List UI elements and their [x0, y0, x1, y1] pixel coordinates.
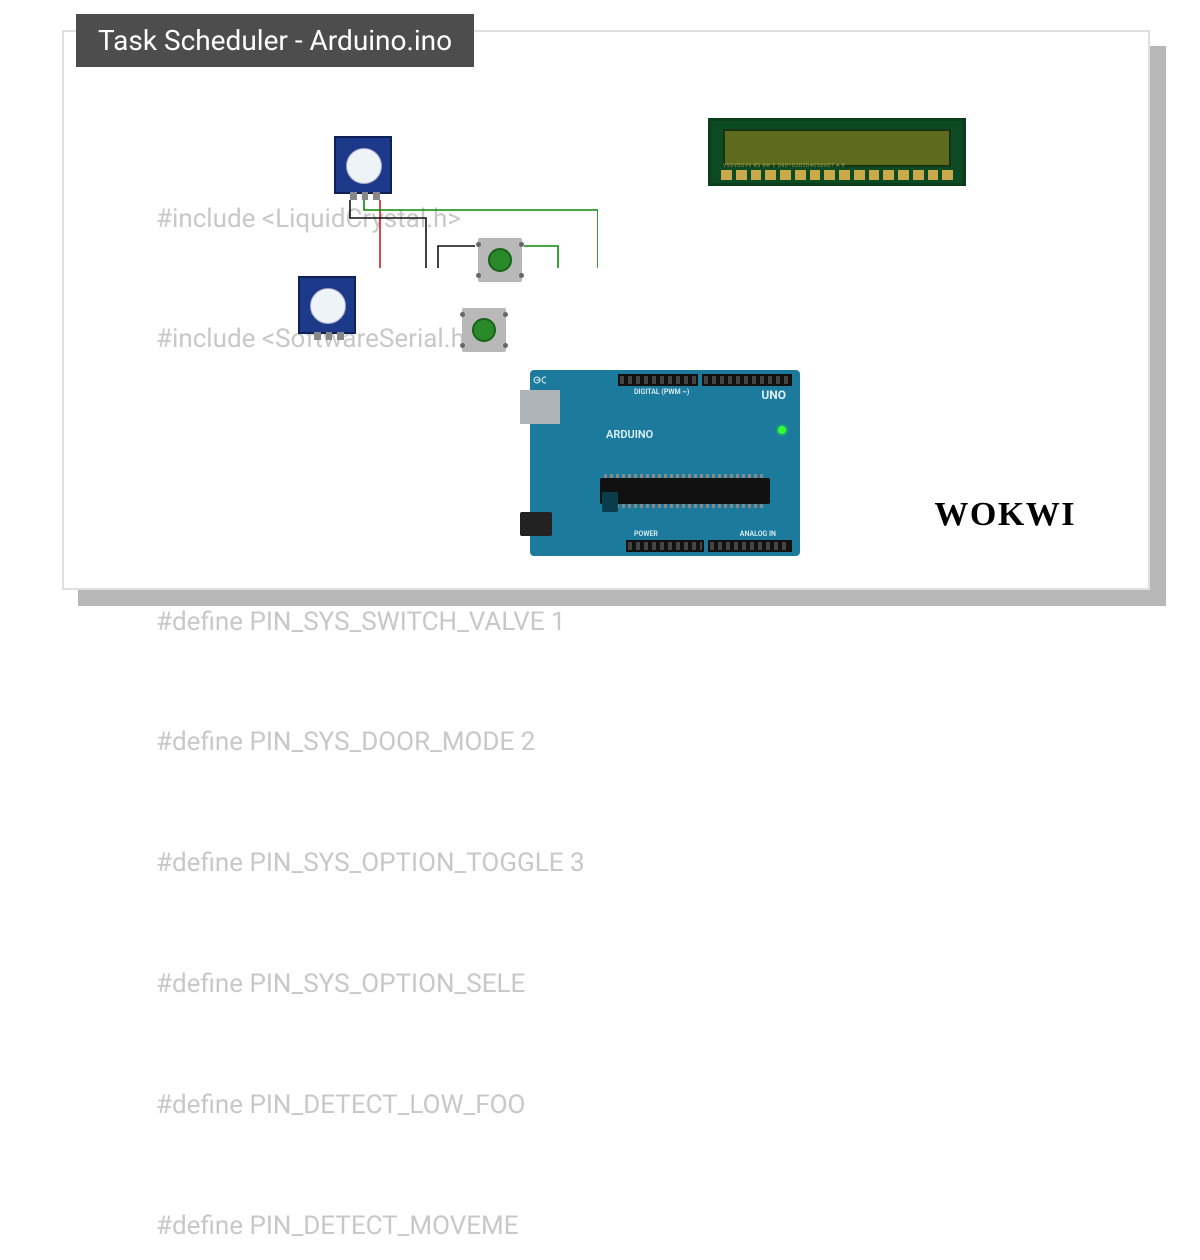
code-line: #define PIN_SYS_DOOR_MODE 2	[156, 722, 585, 762]
arduino-digital-label: DIGITAL (PWM ~)	[634, 388, 689, 396]
code-line: #define PIN_SYS_SWITCH_VALVE 1	[156, 602, 585, 642]
project-title: Task Scheduler - Arduino.ino	[98, 24, 452, 57]
arduino-power-label: POWER	[634, 530, 658, 538]
code-line: #define PIN_SYS_OPTION_TOGGLE 3	[156, 843, 585, 883]
code-line: #define PIN_SYS_OPTION_SELE	[156, 964, 585, 1004]
arduino-model: UNO	[761, 388, 786, 402]
wires	[298, 118, 598, 268]
circuit-diagram: VSSVDDV0 RS RW E D0D1D2D3D4D5D6D7 A K	[298, 118, 1018, 578]
lcd-pin-labels: VSSVDDV0 RS RW E D0D1D2D3D4D5D6D7 A K	[723, 163, 951, 169]
arduino-brand: ARDUINO	[606, 428, 653, 441]
component-button-bot	[462, 308, 506, 352]
preview-card: #include <LiquidCrystal.h> #include <Sof…	[62, 30, 1150, 590]
title-bar: Task Scheduler - Arduino.ino	[76, 14, 474, 67]
component-lcd: VSSVDDV0 RS RW E D0D1D2D3D4D5D6D7 A K	[708, 118, 966, 186]
arduino-analog-label: ANALOG IN	[740, 530, 776, 538]
code-line: #define PIN_DETECT_MOVEME	[156, 1206, 585, 1246]
code-line: #define PIN_DETECT_LOW_FOO	[156, 1085, 585, 1125]
component-arduino-uno: ARDUINO UNO DIGITAL (PWM ~) POWER ANALOG…	[530, 370, 800, 556]
component-pir-bot	[298, 276, 356, 334]
brand-logo: WOKWI	[934, 496, 1076, 534]
